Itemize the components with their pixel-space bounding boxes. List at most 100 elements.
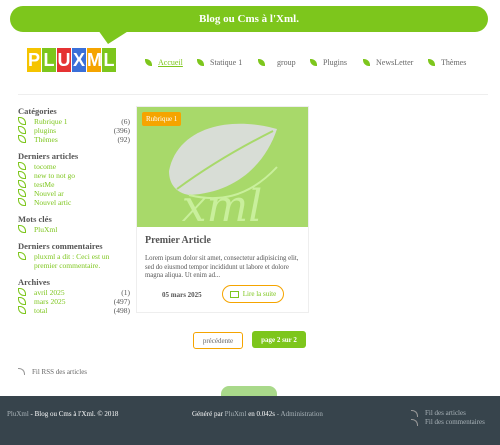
leaf-icon [18,117,26,125]
nav-item-newsletter[interactable]: NewsLetter [363,58,428,67]
article-card: xml Rubrique 1 Premier Article Lorem ips… [136,106,309,313]
nav-label: Accueil [158,58,183,67]
category-count: (6) [121,117,130,126]
recent-articles-title: Derniers articles [18,151,79,161]
recent-comment-label: pluxml a dit : Ceci est un premier comme… [34,252,110,270]
leaf-icon [18,180,26,188]
leaf-icon [18,306,26,314]
logo-letter: X [72,48,86,72]
nav-item-statique-1[interactable]: Statique 1 [197,58,258,67]
footer-brand-link[interactable]: PluXml [7,410,29,418]
archive-item[interactable]: total (498) [18,306,130,315]
category-item[interactable]: plugins (396) [18,126,130,135]
leaf-icon [197,59,204,66]
pluxml-logo[interactable]: P L U X M L [27,48,117,72]
tag-item[interactable]: PluXml [18,225,130,234]
recent-article-item[interactable]: Nouvel ar [18,189,130,198]
footer-copyright: PluXml - Blog ou Cms à l'Xml. © 2018 [7,410,118,418]
recent-article-label: Nouvel ar [34,189,64,198]
logo-letter: M [87,48,102,72]
generated-prefix: Généré par [192,410,225,418]
logo-letter: L [102,48,116,72]
archive-count: (497) [113,297,130,306]
previous-page-button[interactable]: précédente [193,332,243,349]
nav-label: NewsLetter [376,58,414,67]
recent-article-item[interactable]: tocome [18,162,130,171]
footer: PluXml - Blog ou Cms à l'Xml. © 2018 Gén… [0,396,500,445]
rss-articles-link[interactable]: Fil RSS des articles [18,368,87,376]
header-divider [18,94,488,95]
leaf-icon [18,297,26,305]
tag-label: PluXml [34,225,58,234]
bubble-tail [98,30,130,44]
archives-list: avril 2025 (1) mars 2025 (497) total (498) [18,288,130,315]
footer-feeds: Fil des articles Fil des commentaires [411,409,485,427]
feed-articles-label: Fil des articles [425,409,466,417]
archive-count: (498) [113,306,130,315]
leaf-icon [18,126,26,134]
article-excerpt: Lorem ipsum dolor sit amet, consectetur … [145,255,299,280]
leaf-icon [428,59,435,66]
category-label: plugins [34,126,57,135]
recent-article-item[interactable]: new to not go [18,171,130,180]
recent-comments-list: pluxml a dit : Ceci est un premier comme… [18,252,130,270]
recent-article-item[interactable]: testMe [18,180,130,189]
recent-article-label: new to not go [34,171,76,180]
categories-title: Catégories [18,106,57,116]
archive-item[interactable]: avril 2025 (1) [18,288,130,297]
archive-count: (1) [121,288,130,297]
leaf-icon [18,171,26,179]
tags-list: PluXml [18,225,130,234]
article-thumbnail[interactable]: xml Rubrique 1 [137,107,308,227]
archive-label: total [34,306,48,315]
leaf-icon [18,189,26,197]
rss-icon [411,409,418,417]
rss-icon [18,368,25,375]
nav-item-plugins[interactable]: Plugins [310,58,363,67]
category-item[interactable]: Thèmes (92) [18,135,130,144]
recent-article-label: testMe [34,180,55,189]
read-more-button[interactable]: Lire la suite [222,285,284,303]
article-date: 05 mars 2025 [162,291,202,299]
generated-suffix: en 0.042s [246,410,276,418]
nav-label: Statique 1 [210,58,243,67]
recent-comment-item[interactable]: pluxml a dit : Ceci est un premier comme… [18,252,130,270]
category-badge[interactable]: Rubrique 1 [142,112,182,126]
generated-brand-link[interactable]: PluXml [225,410,247,418]
article-title[interactable]: Premier Article [145,235,211,246]
nav-label: Plugins [323,58,348,67]
xml-watermark-text: xml [182,181,263,227]
nav-item-themes[interactable]: Thèmes [428,58,466,67]
recent-article-label: tocome [34,162,57,171]
book-icon [229,290,239,298]
leaf-icon [18,225,26,233]
category-item[interactable]: Rubrique 1 (6) [18,117,130,126]
rss-label: Fil RSS des articles [32,368,88,376]
recent-article-item[interactable]: Nouvel artic [18,198,130,207]
recent-comments-title: Derniers commentaires [18,241,103,251]
feed-comments-label: Fil des commentaires [425,418,485,426]
main-nav: Accueil Statique 1 group Plugins NewsLet… [145,58,466,67]
footer-separator: - [276,410,280,418]
recent-articles-list: tocome new to not go testMe Nouvel ar No… [18,162,130,207]
leaf-icon [18,135,26,143]
category-label: Rubrique 1 [34,117,68,126]
site-title-bubble: Blog ou Cms à l'Xml. [10,6,488,32]
leaf-icon [18,252,26,260]
rss-icon [411,418,418,426]
nav-item-accueil[interactable]: Accueil [145,58,197,67]
sidebar: Catégories Rubrique 1 (6) plugins (396) Th… [18,106,130,322]
leaf-icon [363,59,370,66]
feed-comments-link[interactable]: Fil des commentaires [411,418,485,427]
feed-articles-link[interactable]: Fil des articles [411,409,485,418]
nav-label: Thèmes [441,58,467,67]
logo-letter: P [27,48,41,72]
nav-item-group[interactable]: group [258,58,310,67]
leaf-icon [18,198,26,206]
archive-item[interactable]: mars 2025 (497) [18,297,130,306]
admin-link[interactable]: Administration [281,410,323,418]
archive-label: mars 2025 [34,297,66,306]
leaf-icon [310,59,317,66]
logo-letter: L [42,48,56,72]
archives-title: Archives [18,277,50,287]
